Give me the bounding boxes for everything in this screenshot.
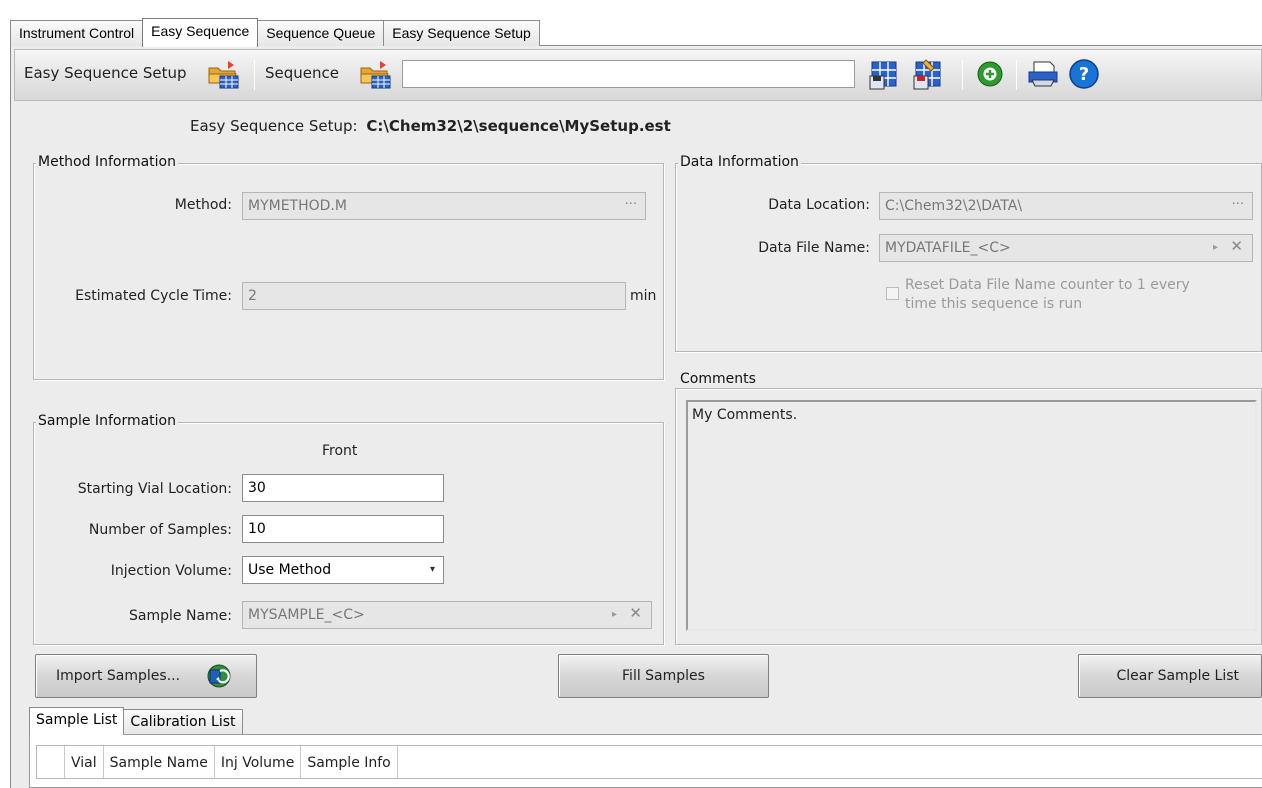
help-icon[interactable]: ? — [1068, 58, 1100, 90]
cycle-time-value: 2 — [248, 288, 257, 304]
data-location-field[interactable]: C:\Chem32\2\DATA\ ··· — [879, 192, 1253, 220]
injection-volume-value: Use Method — [248, 562, 332, 578]
column-header-sample-info[interactable]: Sample Info — [301, 746, 398, 778]
row-selector-header — [37, 746, 65, 778]
cycle-time-field[interactable]: 2 — [242, 282, 626, 310]
save-as-icon[interactable] — [912, 58, 946, 90]
sample-name-label: Sample Name: — [129, 608, 232, 624]
data-file-name-value: MYDATAFILE_<C> — [885, 240, 1011, 256]
folder-open-icon[interactable] — [358, 60, 392, 90]
sample-name-field[interactable]: MYSAMPLE_<C> ▸ ✕ — [242, 601, 652, 629]
starting-vial-input[interactable]: 30 — [242, 474, 444, 502]
data-file-name-clear-icon[interactable]: ✕ — [1230, 236, 1243, 256]
reset-counter-label: Reset Data File Name counter to 1 every … — [905, 276, 1190, 314]
add-green-icon[interactable] — [976, 60, 1004, 88]
data-location-value: C:\Chem32\2\DATA\ — [885, 198, 1023, 214]
sample-name-value: MYSAMPLE_<C> — [248, 607, 365, 623]
comments-title: Comments — [678, 371, 758, 387]
sample-list-tabstrip: Sample List Calibration List — [29, 707, 243, 735]
method-label: Method: — [174, 197, 232, 213]
number-of-samples-input[interactable]: 10 — [242, 515, 444, 543]
comments-text: My Comments. — [692, 407, 798, 423]
cycle-time-unit: min — [630, 288, 657, 304]
sample-name-clear-icon[interactable]: ✕ — [629, 603, 642, 623]
method-browse-button[interactable]: ··· — [625, 195, 637, 215]
sample-grid: Vial Sample Name Inj Volume Sample Info — [29, 734, 1262, 788]
setup-path-value: C:\Chem32\2\sequence\MySetup.est — [366, 117, 671, 135]
injection-volume-select[interactable]: Use Method ▾ — [242, 556, 444, 584]
tab-calibration-list[interactable]: Calibration List — [123, 709, 243, 735]
method-field[interactable]: MYMETHOD.M ··· — [242, 192, 646, 220]
import-samples-label: Import Samples... — [56, 668, 181, 684]
toolbar-sequence-label: Sequence — [265, 64, 339, 82]
injection-volume-label: Injection Volume: — [110, 563, 232, 579]
comments-textarea[interactable]: My Comments. — [686, 400, 1257, 631]
sequence-path-input[interactable] — [402, 60, 855, 88]
method-information-title: Method Information — [36, 154, 178, 170]
data-information-title: Data Information — [678, 154, 801, 170]
import-refresh-icon — [207, 664, 231, 688]
import-samples-button[interactable]: Import Samples... — [35, 654, 257, 698]
tab-easy-sequence[interactable]: Easy Sequence — [142, 18, 259, 47]
toolbar-separator — [1016, 60, 1017, 90]
tab-instrument-control[interactable]: Instrument Control — [10, 20, 144, 46]
method-value: MYMETHOD.M — [248, 198, 347, 214]
column-header-inj-volume[interactable]: Inj Volume — [214, 746, 302, 778]
data-file-name-label: Data File Name: — [758, 240, 870, 256]
setup-path-header: Easy Sequence Setup: C:\Chem32\2\sequenc… — [190, 117, 671, 135]
tab-sequence-queue[interactable]: Sequence Queue — [257, 20, 385, 46]
main-tabstrip: Instrument Control Easy Sequence Sequenc… — [10, 18, 540, 47]
folder-open-icon[interactable] — [206, 60, 240, 90]
clear-sample-list-label: Clear Sample List — [1116, 668, 1239, 684]
fill-samples-button[interactable]: Fill Samples — [558, 654, 769, 698]
data-location-label: Data Location: — [768, 197, 870, 213]
data-file-name-field[interactable]: MYDATAFILE_<C> ▸ ✕ — [879, 234, 1253, 262]
sample-grid-header: Vial Sample Name Inj Volume Sample Info — [36, 745, 1262, 779]
column-header-vial[interactable]: Vial — [65, 746, 104, 778]
toolbar-separator — [254, 60, 255, 90]
print-icon[interactable] — [1026, 58, 1060, 90]
number-of-samples-value: 10 — [248, 521, 266, 537]
sample-information-title: Sample Information — [36, 413, 178, 429]
setup-path-prefix: Easy Sequence Setup: — [190, 117, 358, 135]
data-file-name-arrow-icon[interactable]: ▸ — [1213, 238, 1218, 258]
svg-text:?: ? — [1079, 64, 1089, 85]
sample-name-arrow-icon[interactable]: ▸ — [612, 605, 617, 625]
starting-vial-label: Starting Vial Location: — [77, 481, 232, 497]
toolbar-setup-label: Easy Sequence Setup — [24, 64, 187, 82]
save-sequence-icon[interactable] — [868, 58, 902, 90]
toolbar-separator — [962, 60, 963, 90]
tab-sample-list[interactable]: Sample List — [29, 707, 125, 735]
reset-counter-checkbox[interactable] — [886, 287, 899, 300]
cycle-time-label: Estimated Cycle Time: — [75, 288, 232, 304]
tab-easy-sequence-setup[interactable]: Easy Sequence Setup — [383, 20, 540, 46]
number-of-samples-label: Number of Samples: — [88, 522, 232, 538]
starting-vial-value: 30 — [248, 480, 266, 496]
column-header-sample-name[interactable]: Sample Name — [103, 746, 215, 778]
front-column-head: Front — [322, 443, 358, 459]
fill-samples-label: Fill Samples — [622, 668, 705, 684]
reset-counter-text-1: Reset Data File Name counter to 1 every — [905, 277, 1190, 293]
chevron-down-icon[interactable]: ▾ — [430, 560, 435, 580]
reset-counter-text-2: time this sequence is run — [905, 296, 1083, 312]
clear-sample-list-button[interactable]: Clear Sample List — [1078, 654, 1262, 698]
data-location-browse-button[interactable]: ··· — [1232, 195, 1244, 215]
